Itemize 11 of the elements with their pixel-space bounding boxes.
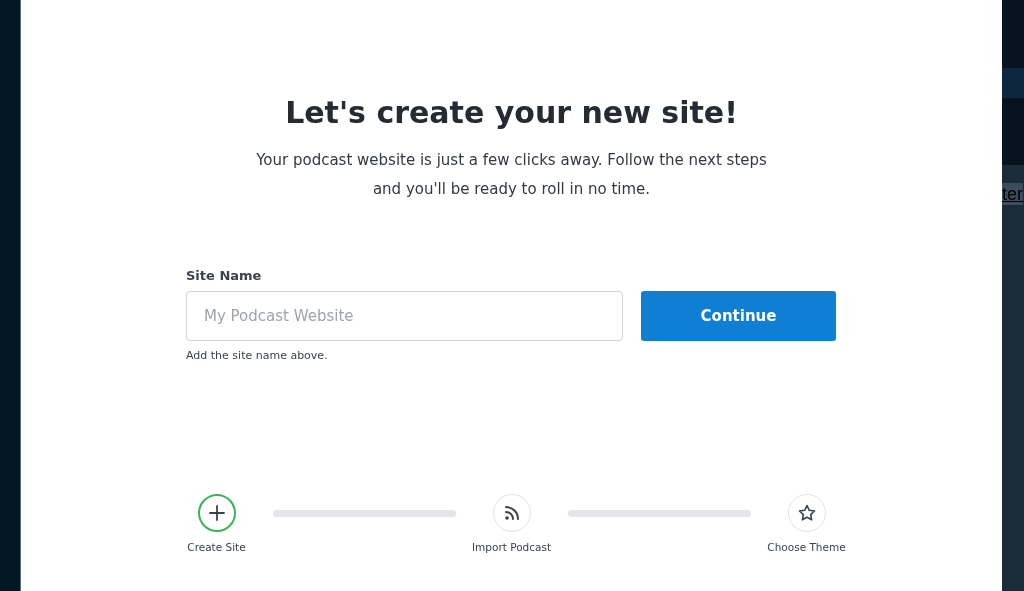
dialog-subtitle: Your podcast website is just a few clicks away. Follow the next steps and you'll be ready to roll in no time. [255, 150, 768, 200]
dialog-title: Let's create your new site! [285, 94, 738, 132]
star-icon [796, 503, 817, 523]
field-help-text: Add the site name above. [186, 349, 329, 362]
site-name-field[interactable]: My Podcast Website [186, 291, 623, 341]
continue-button[interactable]: Continue [641, 291, 836, 341]
step-label: Create Site [187, 541, 246, 553]
plus-icon [206, 503, 227, 523]
step-label: Import Podcast [472, 541, 551, 553]
step-label: Choose Theme [767, 541, 846, 553]
field-label: Site Name [186, 268, 263, 285]
